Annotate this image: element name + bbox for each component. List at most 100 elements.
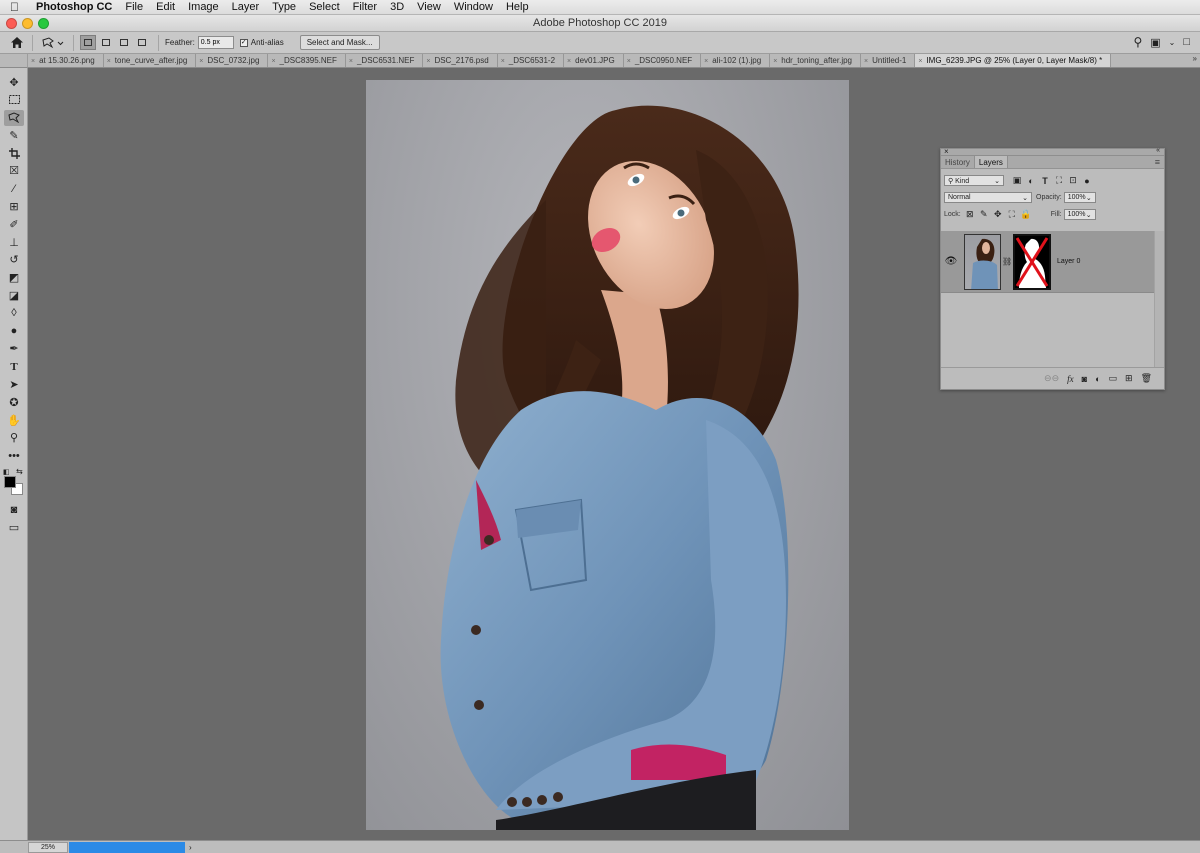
tab-document-active[interactable]: × IMG_6239.JPG @ 25% (Layer 0, Layer Mask…: [915, 54, 1112, 67]
new-selection-button[interactable]: [80, 35, 96, 50]
quick-mask-icon[interactable]: ◙: [4, 502, 24, 518]
panel-header[interactable]: × «: [941, 147, 1164, 156]
filter-toggle-icon[interactable]: ●: [1080, 176, 1094, 186]
crop-tool-icon[interactable]: [4, 145, 24, 161]
hand-tool-icon[interactable]: ✋: [4, 412, 24, 428]
menu-select[interactable]: Select: [309, 1, 340, 13]
tab-layers[interactable]: Layers: [973, 156, 1008, 168]
tab-document[interactable]: × tone_curve_after.jpg: [104, 54, 197, 67]
fx-icon[interactable]: fx: [1067, 374, 1074, 384]
visibility-eye-icon[interactable]: 👁: [941, 256, 961, 267]
zoom-tool-icon[interactable]: ⚲: [4, 430, 24, 446]
history-brush-tool-icon[interactable]: ↺: [4, 252, 24, 268]
pixel-filter-icon[interactable]: ▣: [1010, 175, 1024, 186]
zoom-level-field[interactable]: 25%: [28, 841, 68, 853]
layer-name[interactable]: Layer 0: [1057, 258, 1080, 265]
tab-document[interactable]: × DSC_2176.psd: [423, 54, 498, 67]
menu-window[interactable]: Window: [454, 1, 493, 13]
default-colors-icon[interactable]: ◧: [3, 468, 10, 476]
custom-shape-tool-icon[interactable]: ✪: [4, 394, 24, 410]
add-to-selection-button[interactable]: [98, 35, 114, 50]
tab-document[interactable]: × Untitled-1: [861, 54, 916, 67]
collapse-icon[interactable]: «: [1156, 147, 1160, 154]
tab-close-icon[interactable]: ×: [704, 58, 708, 65]
path-selection-tool-icon[interactable]: ➤: [4, 377, 24, 393]
marquee-tool-icon[interactable]: [4, 92, 24, 108]
quick-selection-tool-icon[interactable]: ✎: [4, 127, 24, 143]
new-layer-icon[interactable]: ⊞: [1125, 373, 1133, 384]
tab-close-icon[interactable]: ×: [627, 58, 631, 65]
tab-close-icon[interactable]: ×: [426, 58, 430, 65]
lock-transparent-icon[interactable]: ⊠: [963, 209, 977, 220]
lock-position-icon[interactable]: ✥: [991, 209, 1005, 220]
move-tool-icon[interactable]: ✥: [4, 74, 24, 90]
type-filter-icon[interactable]: T: [1038, 176, 1052, 186]
tab-close-icon[interactable]: ×: [107, 58, 111, 65]
blend-mode-select[interactable]: Normal ⌄: [944, 192, 1032, 203]
lock-artboard-icon[interactable]: ⛶: [1005, 209, 1019, 220]
menu-filter[interactable]: Filter: [353, 1, 377, 13]
menu-edit[interactable]: Edit: [156, 1, 175, 13]
new-group-icon[interactable]: ▭: [1109, 373, 1118, 384]
tab-close-icon[interactable]: ×: [773, 58, 777, 65]
lock-all-icon[interactable]: 🔒: [1019, 209, 1033, 220]
document-canvas[interactable]: [366, 80, 849, 830]
tab-document[interactable]: × ali-102 (1).jpg: [701, 54, 771, 67]
feather-input[interactable]: [197, 36, 234, 49]
brush-tool-icon[interactable]: ✐: [4, 216, 24, 232]
eraser-tool-icon[interactable]: ◩: [4, 270, 24, 286]
eyedropper-tool-icon[interactable]: ⁄: [4, 181, 24, 197]
foreground-color-swatch[interactable]: [4, 475, 16, 488]
apple-menu-icon[interactable]: : [10, 0, 26, 14]
home-icon[interactable]: [8, 35, 26, 51]
smart-object-filter-icon[interactable]: ⊡: [1066, 175, 1080, 186]
subtract-from-selection-button[interactable]: [116, 35, 132, 50]
tab-history[interactable]: History: [941, 156, 974, 168]
tab-document[interactable]: × at 15.30.26.png: [28, 54, 104, 67]
trash-icon[interactable]: 🗑: [1141, 373, 1152, 384]
menu-photoshop[interactable]: Photoshop CC: [36, 1, 112, 13]
tab-close-icon[interactable]: ×: [501, 58, 505, 65]
lock-image-icon[interactable]: ✎: [977, 209, 991, 220]
kind-filter-select[interactable]: ⚲ Kind ⌄: [944, 175, 1004, 186]
tab-document[interactable]: × _DSC6531.NEF: [346, 54, 424, 67]
more-tools-icon[interactable]: •••: [4, 448, 24, 464]
intersect-selection-button[interactable]: [134, 35, 150, 50]
menu-help[interactable]: Help: [506, 1, 529, 13]
menu-layer[interactable]: Layer: [232, 1, 260, 13]
close-icon[interactable]: ×: [944, 147, 949, 156]
chevron-down-icon[interactable]: ⌄: [1169, 38, 1176, 47]
tab-close-icon[interactable]: ×: [31, 58, 35, 65]
pen-tool-icon[interactable]: ✒: [4, 341, 24, 357]
tab-document[interactable]: × _DSC8395.NEF: [268, 54, 346, 67]
layer-mask-thumbnail[interactable]: [1013, 233, 1051, 290]
lasso-tool-icon[interactable]: [4, 109, 24, 126]
tab-close-icon[interactable]: ×: [349, 58, 353, 65]
antialias-checkbox[interactable]: ✓: [239, 38, 248, 47]
tab-close-icon[interactable]: ×: [864, 58, 868, 65]
tab-document[interactable]: × hdr_toning_after.jpg: [770, 54, 862, 67]
menu-image[interactable]: Image: [188, 1, 219, 13]
paint-bucket-tool-icon[interactable]: ◪: [4, 288, 24, 304]
close-window-button[interactable]: [6, 18, 17, 29]
dodge-tool-icon[interactable]: ●: [4, 323, 24, 339]
adjustment-layer-icon[interactable]: ◐: [1095, 374, 1100, 384]
chevron-right-icon[interactable]: ›: [189, 843, 192, 852]
layer-thumbnail[interactable]: [964, 233, 1001, 290]
minimize-window-button[interactable]: [22, 18, 33, 29]
add-mask-icon[interactable]: ◙: [1082, 374, 1087, 384]
panel-scrollbar[interactable]: [1154, 231, 1164, 367]
tool-preset-picker-icon[interactable]: [39, 35, 67, 51]
menu-type[interactable]: Type: [272, 1, 296, 13]
mask-link-icon[interactable]: ⛓: [1002, 257, 1012, 266]
tab-document[interactable]: × DSC_0732.jpg: [196, 54, 269, 67]
share-icon[interactable]: □: [1183, 36, 1190, 48]
blur-tool-icon[interactable]: ◊: [4, 305, 24, 321]
fill-field[interactable]: 100% ⌄: [1063, 209, 1096, 220]
clone-stamp-tool-icon[interactable]: ⊥: [4, 234, 24, 250]
menu-view[interactable]: View: [417, 1, 441, 13]
workspace-icon[interactable]: ▣: [1150, 36, 1160, 49]
swap-colors-icon[interactable]: ⇆: [16, 467, 23, 476]
search-icon[interactable]: ⚲: [1133, 35, 1142, 49]
tab-close-icon[interactable]: ×: [199, 58, 203, 65]
